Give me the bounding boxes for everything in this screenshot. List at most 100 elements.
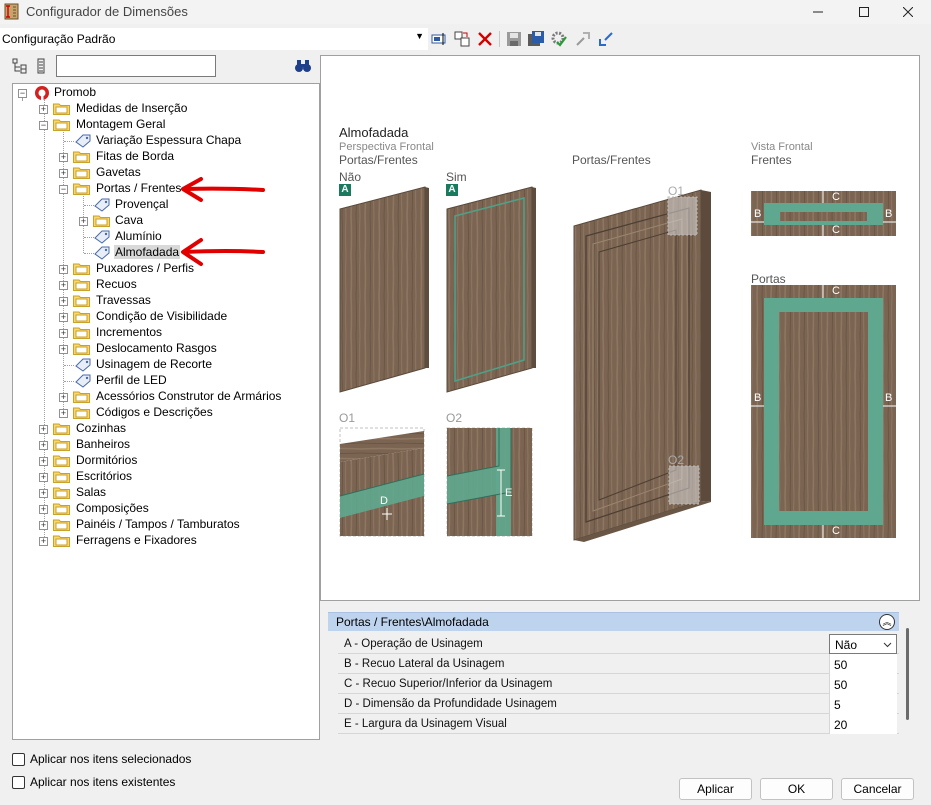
property-value-field[interactable]: 50: [829, 674, 897, 694]
tree-node-recuos[interactable]: + Recuos: [13, 277, 313, 293]
tree-node-codigos[interactable]: + Códigos e Descrições: [13, 405, 313, 421]
tree-node-cozinhas[interactable]: + Cozinhas: [13, 421, 313, 437]
operation-dropdown[interactable]: Não: [829, 634, 897, 654]
configuration-select[interactable]: Configuração Padrão ▼: [0, 28, 428, 50]
tree-node-root[interactable]: − Promob: [13, 85, 313, 101]
import-icon[interactable]: [597, 30, 615, 48]
property-row-recuo-lateral[interactable]: B - Recuo Lateral da Usinagem 50: [338, 654, 899, 674]
apply-existing-checkbox[interactable]: [12, 775, 25, 789]
collapse-all-icon[interactable]: [34, 58, 50, 74]
properties-scrollbar[interactable]: [906, 628, 909, 720]
minimize-button[interactable]: [795, 0, 841, 24]
expand-toggle-icon[interactable]: +: [39, 425, 48, 434]
collapse-toggle-icon[interactable]: −: [59, 185, 68, 194]
tree-node-travessas[interactable]: + Travessas: [13, 293, 313, 309]
expand-toggle-icon[interactable]: +: [39, 441, 48, 450]
tree-node-visibilidade[interactable]: + Condição de Visibilidade: [13, 309, 313, 325]
tree-node-fitas[interactable]: + Fitas de Borda: [13, 149, 313, 165]
expand-toggle-icon[interactable]: +: [59, 169, 68, 178]
apply-existing-checkbox-row[interactable]: Aplicar nos itens existentes: [12, 774, 175, 790]
apply-selected-checkbox[interactable]: [12, 752, 25, 766]
property-value-field[interactable]: 20: [829, 714, 897, 734]
property-row-largura[interactable]: E - Largura da Usinagem Visual 20: [338, 714, 899, 734]
tree-search-input[interactable]: [56, 55, 216, 77]
tree-node-escritorios[interactable]: + Escritórios: [13, 469, 313, 485]
detail-o1-marker: O1: [668, 184, 685, 198]
tree-node-incrementos[interactable]: + Incrementos: [13, 325, 313, 341]
expand-toggle-icon[interactable]: +: [59, 393, 68, 402]
expand-toggle-icon[interactable]: +: [59, 313, 68, 322]
apply-button[interactable]: Aplicar: [679, 778, 752, 800]
expand-toggle-icon[interactable]: +: [59, 409, 68, 418]
tree-node-cava[interactable]: + Cava: [13, 213, 313, 229]
tree-node-medidas[interactable]: + Medidas de Inserção: [13, 101, 313, 117]
expand-toggle-icon[interactable]: +: [59, 281, 68, 290]
save-icon[interactable]: [505, 30, 523, 48]
binoculars-search-icon[interactable]: [294, 58, 312, 74]
tree-node-perfil-led[interactable]: Perfil de LED: [13, 373, 313, 389]
tree-node-ferragens[interactable]: + Ferragens e Fixadores: [13, 533, 313, 549]
tree-node-aluminio[interactable]: Alumínio: [13, 229, 313, 245]
rename-icon[interactable]: [431, 30, 449, 48]
property-value: 5: [834, 698, 841, 712]
tree-node-label: Medidas de Inserção: [76, 101, 188, 115]
expand-toggle-icon[interactable]: +: [39, 521, 48, 530]
tree-node-provencal[interactable]: Provençal: [13, 197, 313, 213]
tree-node-puxadores[interactable]: + Puxadores / Perfis: [13, 261, 313, 277]
tree-node-variacao[interactable]: Variação Espessura Chapa: [13, 133, 313, 149]
maximize-button[interactable]: [841, 0, 887, 24]
folder-icon: [73, 327, 90, 339]
tree-node-banheiros[interactable]: + Banheiros: [13, 437, 313, 453]
expand-toggle-icon[interactable]: +: [59, 329, 68, 338]
open-folder-icon: [73, 183, 90, 195]
expand-all-icon[interactable]: [12, 58, 28, 74]
apply-selected-checkbox-row[interactable]: Aplicar nos itens selecionados: [12, 751, 191, 767]
tree-node-usinagem-recorte[interactable]: Usinagem de Recorte: [13, 357, 313, 373]
ok-button[interactable]: OK: [760, 778, 833, 800]
expand-toggle-icon[interactable]: +: [59, 297, 68, 306]
collapse-toggle-icon[interactable]: −: [39, 121, 48, 130]
tree-node-composicoes[interactable]: + Composições: [13, 501, 313, 517]
property-row-recuo-superior[interactable]: C - Recuo Superior/Inferior da Usinagem …: [338, 674, 899, 694]
save-all-icon[interactable]: [527, 30, 545, 48]
property-value-field[interactable]: 50: [829, 654, 897, 674]
tree-node-montagem-geral[interactable]: − Montagem Geral: [13, 117, 313, 133]
delete-icon[interactable]: [476, 30, 494, 48]
tree-node-deslocamento[interactable]: + Deslocamento Rasgos: [13, 341, 313, 357]
collapse-section-button[interactable]: ︽: [879, 614, 895, 630]
expand-toggle-icon[interactable]: +: [59, 153, 68, 162]
tree-node-acessorios[interactable]: + Acessórios Construtor de Armários: [13, 389, 313, 405]
tree-node-gavetas[interactable]: + Gavetas: [13, 165, 313, 181]
property-row-operacao[interactable]: A - Operação de Usinagem Não: [338, 634, 899, 654]
settings-check-icon[interactable]: [550, 30, 568, 48]
tree-node-label: Montagem Geral: [76, 117, 166, 131]
expand-toggle-icon[interactable]: +: [59, 345, 68, 354]
expand-toggle-icon[interactable]: +: [39, 105, 48, 114]
tree-node-almofadada[interactable]: Almofadada: [13, 245, 313, 261]
cancel-button[interactable]: Cancelar: [841, 778, 914, 800]
export-icon[interactable]: [574, 30, 592, 48]
expand-toggle-icon[interactable]: +: [39, 489, 48, 498]
expand-toggle-icon[interactable]: +: [39, 505, 48, 514]
tree-node-label: Promob: [54, 85, 97, 99]
folder-icon: [73, 391, 90, 403]
duplicate-icon[interactable]: [453, 30, 471, 48]
tree-node-paineis[interactable]: + Painéis / Tampos / Tamburatos: [13, 517, 313, 533]
tree-node-portas-frentes[interactable]: − Portas / Frentes: [13, 181, 313, 197]
folder-icon: [53, 487, 70, 499]
expand-toggle-icon[interactable]: +: [59, 265, 68, 274]
expand-toggle-icon[interactable]: +: [79, 217, 88, 226]
property-row-profundidade[interactable]: D - Dimensão da Profundidade Usinagem 5: [338, 694, 899, 714]
tree-node-dormitorios[interactable]: + Dormitórios: [13, 453, 313, 469]
close-button[interactable]: [885, 0, 931, 24]
expand-toggle-icon[interactable]: +: [39, 457, 48, 466]
collapse-toggle-icon[interactable]: −: [18, 89, 27, 98]
expand-toggle-icon[interactable]: +: [39, 537, 48, 546]
illustration-subtitle: Portas/Frentes: [339, 153, 418, 167]
tree-node-label: Deslocamento Rasgos: [96, 341, 217, 355]
tree-node-salas[interactable]: + Salas: [13, 485, 313, 501]
expand-toggle-icon[interactable]: +: [39, 473, 48, 482]
option-yes-label: Sim: [446, 170, 467, 184]
property-value-field[interactable]: 5: [829, 694, 897, 714]
ruler-app-icon: [4, 3, 19, 20]
